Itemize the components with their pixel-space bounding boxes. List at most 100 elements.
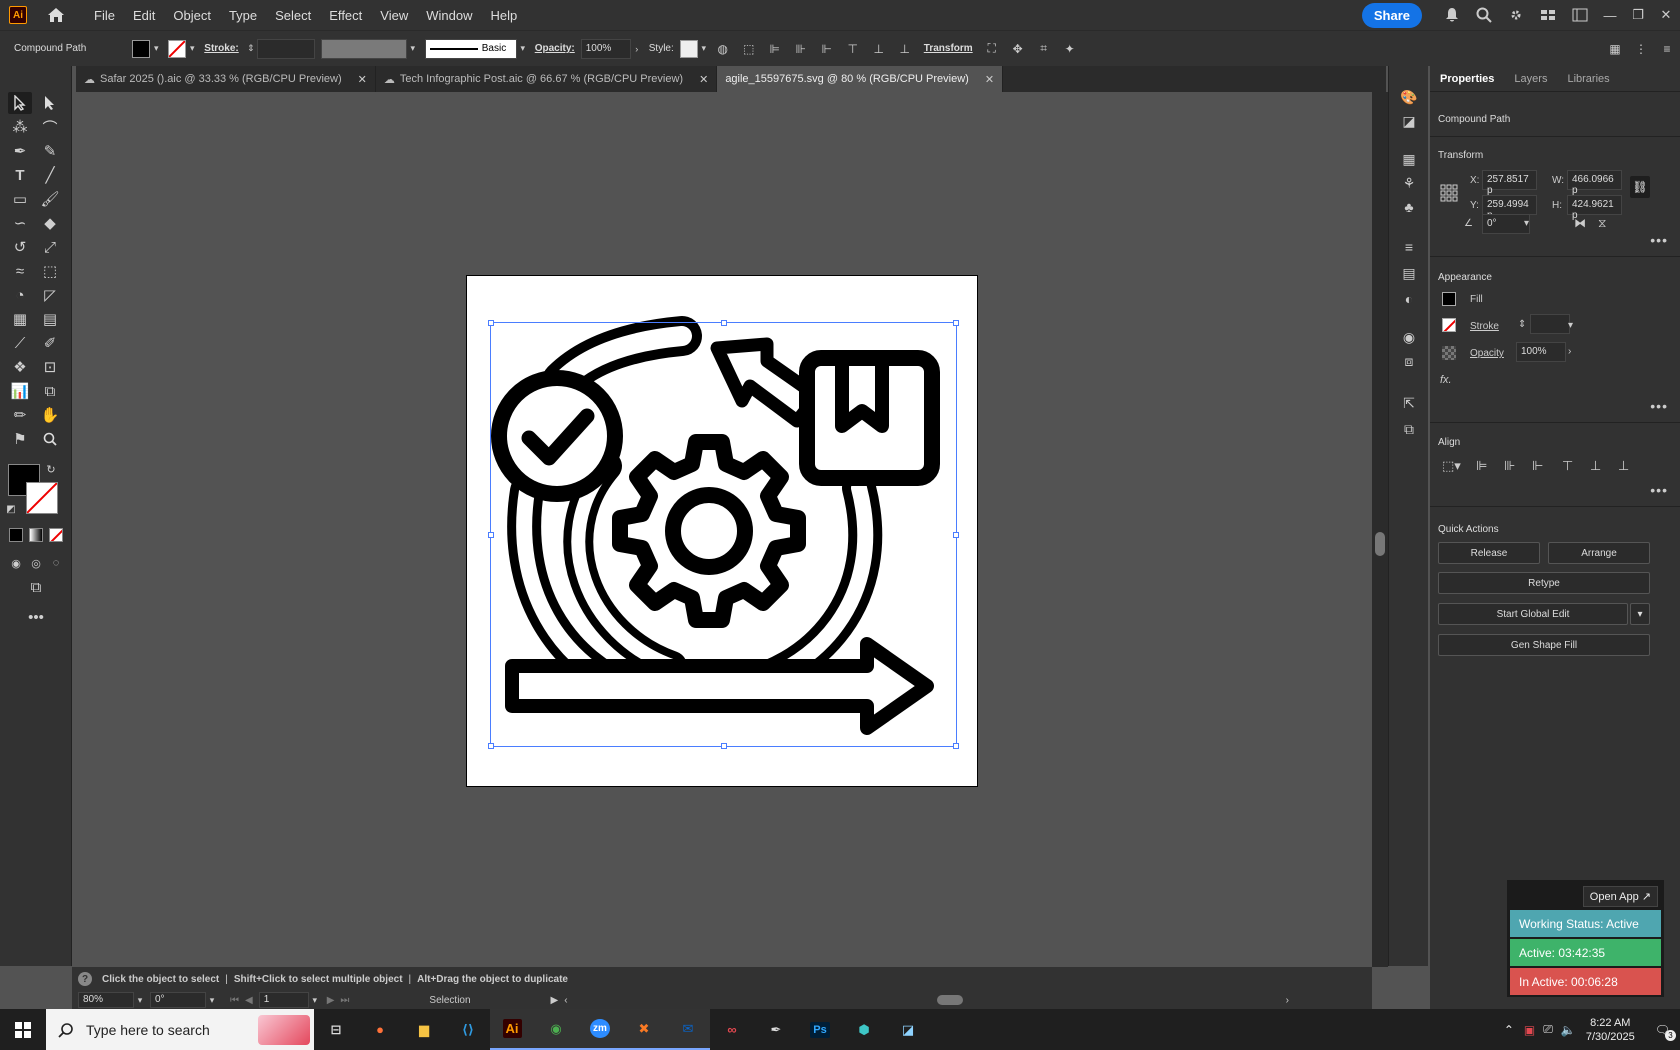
firefox-icon[interactable]: ● (358, 1009, 402, 1050)
close-window-button[interactable]: ✕ (1652, 4, 1680, 26)
none-mode-icon[interactable] (49, 528, 63, 542)
stroke-dropdown-icon[interactable]: ▾ (1568, 320, 1573, 331)
align-bottom-icon[interactable]: ⊥ (895, 39, 915, 59)
search-highlight-image[interactable] (258, 1014, 310, 1045)
app2-icon[interactable]: ◪ (886, 1009, 930, 1050)
gradient-mode-icon[interactable] (29, 528, 43, 542)
restore-button[interactable]: ❐ (1624, 4, 1652, 26)
direct-selection-tool-icon[interactable] (38, 92, 62, 114)
stroke-stepper-icon[interactable]: ⇕ (245, 43, 257, 54)
align-to-icon[interactable]: ⬚▾ (1442, 458, 1461, 474)
arrange-button[interactable]: Arrange (1548, 542, 1650, 564)
more-options-icon[interactable]: ••• (1650, 482, 1668, 498)
hscroll-left-icon[interactable]: ‹ (564, 995, 567, 1006)
last-artboard-icon[interactable]: ⏭ (340, 995, 349, 1006)
opacity-field[interactable]: 100% (580, 38, 631, 59)
resize-handle[interactable] (488, 743, 494, 749)
menu-object[interactable]: Object (164, 8, 220, 23)
lasso-icon[interactable]: ⌒ (38, 116, 62, 138)
more-options-icon[interactable]: ••• (1650, 398, 1668, 414)
resize-handle[interactable] (953, 743, 959, 749)
scale-tool-icon[interactable]: ⤢ (38, 236, 62, 258)
release-button[interactable]: Release (1438, 542, 1540, 564)
artboard[interactable] (466, 275, 978, 787)
magic-wand-icon[interactable]: ⁂ (8, 116, 32, 138)
rectangle-tool-icon[interactable]: ▭ (8, 188, 32, 210)
close-icon[interactable]: ✕ (699, 73, 708, 86)
selection-tool-icon[interactable] (8, 92, 32, 114)
type-tool-icon[interactable]: T (8, 164, 32, 186)
status-expand-icon[interactable]: ▶ (551, 995, 559, 1006)
close-icon[interactable]: ✕ (358, 73, 367, 86)
appearance-panel-icon[interactable]: ◉ (1397, 326, 1421, 348)
variable-width-field[interactable] (320, 38, 407, 59)
opacity-expand-icon[interactable]: › (1568, 346, 1571, 357)
align-center-icon[interactable]: ⊪ (1504, 458, 1515, 474)
zoom-tool-icon[interactable] (38, 428, 62, 450)
opacity-label[interactable]: Opacity: (535, 43, 575, 54)
task-view-icon[interactable]: ⊟ (314, 1009, 358, 1050)
screen-mode-icon[interactable]: ⧉ (24, 576, 48, 598)
x-field[interactable]: 257.8517 p (1482, 170, 1537, 196)
windows-start-icon[interactable] (0, 1009, 46, 1050)
menu-effect[interactable]: Effect (320, 8, 371, 23)
free-transform-icon[interactable]: ⬚ (38, 260, 62, 282)
creative-cloud-icon[interactable]: ∞ (710, 1009, 754, 1050)
menu-help[interactable]: Help (481, 8, 526, 23)
start-global-edit-button[interactable]: Start Global Edit (1438, 603, 1628, 625)
rotate-dropdown-icon[interactable]: ▾ (1524, 218, 1529, 229)
gradient-panel-icon[interactable]: ▤ (1397, 262, 1421, 284)
curvature-tool-icon[interactable]: ✎ (38, 140, 62, 162)
stroke-label[interactable]: Stroke (1470, 321, 1499, 332)
style-swatch[interactable] (679, 39, 698, 58)
zoom-dropdown-icon[interactable]: ▾ (134, 995, 146, 1006)
menu-view[interactable]: View (371, 8, 417, 23)
file-explorer-icon[interactable]: ▆ (402, 1009, 446, 1050)
share-button[interactable]: Share (1361, 2, 1422, 28)
isolate-icon[interactable]: ⛶ (982, 39, 1002, 59)
mesh-tool-icon[interactable]: ▦ (8, 308, 32, 330)
w-field[interactable]: 466.0966 p (1567, 170, 1622, 196)
eyedropper-blend-icon[interactable]: ⟋ (8, 332, 32, 354)
tab-properties[interactable]: Properties (1430, 73, 1504, 85)
zoom-field[interactable]: 80% (78, 992, 134, 1008)
shape-builder-icon[interactable]: ◔ (8, 284, 32, 306)
link-proportions-icon[interactable]: ⛓ (1630, 176, 1650, 198)
menu-select[interactable]: Select (266, 8, 320, 23)
horizontal-scrollbar[interactable] (572, 995, 1282, 1005)
width-tool-icon[interactable]: ≈ (8, 260, 32, 282)
align-top-icon[interactable]: ⊤ (1562, 458, 1573, 474)
transform-link[interactable]: Transform (924, 43, 973, 54)
resize-handle[interactable] (488, 320, 494, 326)
stroke-stepper-icon[interactable]: ⇕ (1518, 319, 1526, 330)
color-mode-icon[interactable] (9, 528, 23, 542)
tab-agile[interactable]: agile_15597675.svg @ 80 % (RGB/CPU Previ… (717, 66, 1004, 92)
stroke-weight-field[interactable] (1530, 314, 1570, 334)
align-middle-icon[interactable]: ⊥ (869, 39, 889, 59)
flip-vertical-icon[interactable]: ⧖ (1598, 216, 1606, 231)
resize-handle[interactable] (488, 532, 494, 538)
resize-handle[interactable] (953, 532, 959, 538)
stroke-label[interactable]: Stroke: (204, 43, 238, 54)
align-left-icon[interactable]: ⊫ (1476, 458, 1487, 474)
eraser-tool-icon[interactable]: ◆ (38, 212, 62, 234)
slice-tool-icon[interactable]: ⧉ (38, 380, 62, 402)
tray-overflow-icon[interactable]: ⌃ (1504, 1023, 1514, 1037)
rotation-dropdown-icon[interactable]: ▾ (206, 995, 218, 1006)
align-right-icon[interactable]: ⊩ (817, 39, 837, 59)
gradient-tool-icon[interactable]: ▤ (38, 308, 62, 330)
stroke-color-box[interactable] (26, 482, 58, 514)
line-tool-icon[interactable]: ╱ (38, 164, 62, 186)
photoshop-icon[interactable]: Ps (798, 1009, 842, 1050)
first-artboard-icon[interactable]: ⏮ (230, 995, 239, 1006)
fill-dropdown-icon[interactable]: ▾ (150, 43, 162, 54)
menu-icon[interactable]: ≡ (1657, 39, 1677, 59)
pen-tool-icon[interactable]: ✒ (8, 140, 32, 162)
chrome-icon[interactable]: ◉ (534, 1009, 578, 1050)
app-icon[interactable]: ⬢ (842, 1009, 886, 1050)
symbols-icon[interactable]: ♣ (1397, 196, 1421, 218)
workspace-icon[interactable] (1536, 4, 1560, 26)
color-panel-icon[interactable]: 🎨 (1397, 86, 1421, 108)
panel-options-icon[interactable]: ⋮ (1631, 39, 1651, 59)
gen-icon[interactable]: ✦ (1060, 39, 1080, 59)
